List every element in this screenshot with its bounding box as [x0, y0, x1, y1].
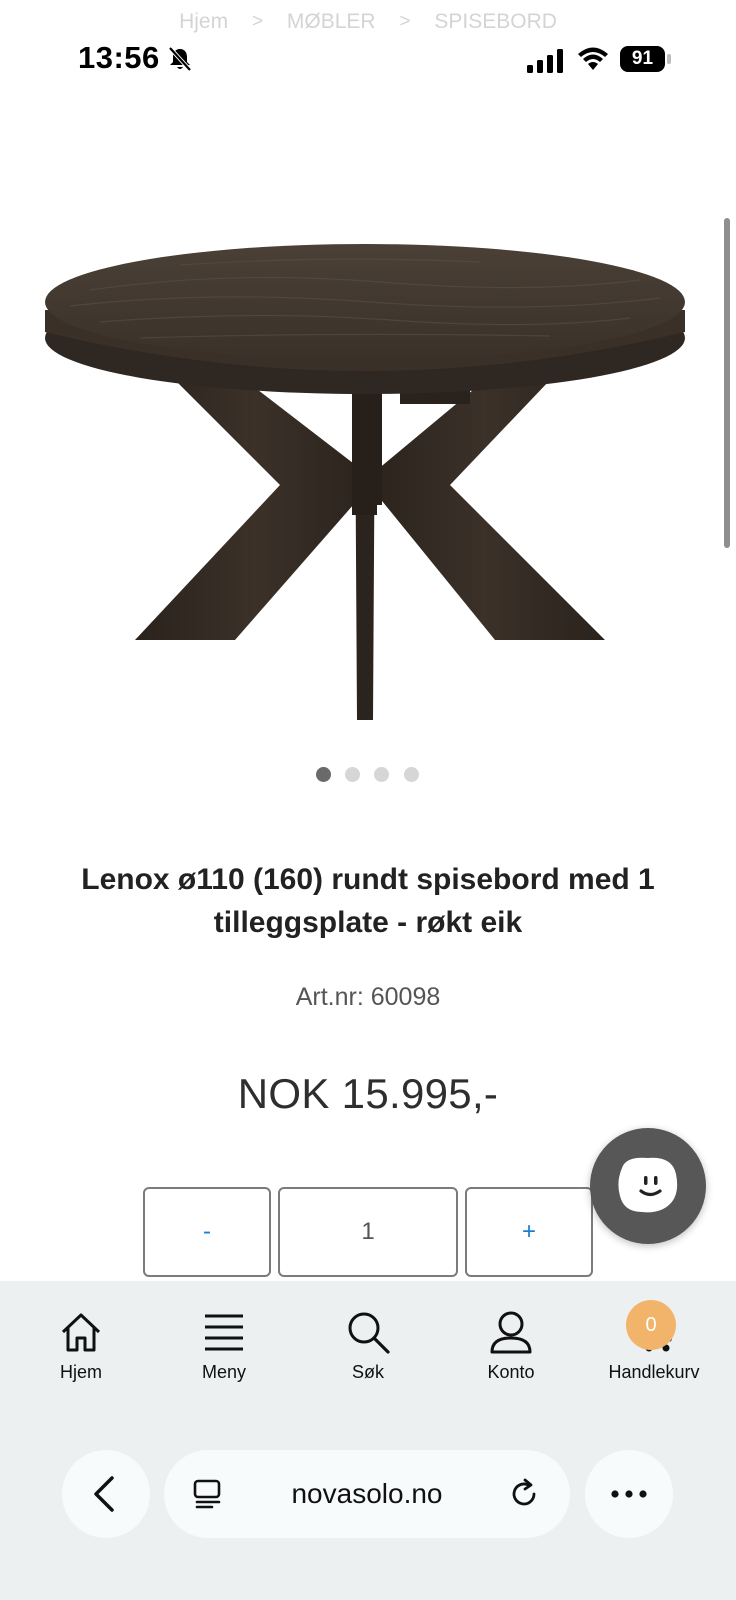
article-number-value: 60098	[370, 983, 441, 1011]
nav-home-label: Hjem	[59, 1362, 102, 1382]
signal-icon	[527, 49, 563, 73]
nav-menu[interactable]: Meny	[154, 1310, 294, 1383]
gallery-dot[interactable]	[345, 767, 360, 782]
article-number-label: Art.nr:	[295, 983, 371, 1011]
gallery-dot[interactable]	[404, 767, 419, 782]
status-time: 13:56	[78, 40, 160, 75]
user-icon	[490, 1311, 532, 1354]
home-icon	[61, 1313, 101, 1352]
product-title: Lenox ø110 (160) rundt spisebord med 1 t…	[81, 863, 655, 939]
browser-back-button[interactable]	[62, 1450, 150, 1538]
bell-slash-icon	[168, 46, 192, 72]
menu-icon	[205, 1314, 243, 1351]
product-price: NOK 15.995,-	[237, 1070, 499, 1117]
chat-smiley-icon	[618, 1157, 678, 1213]
nav-account-label: Konto	[487, 1362, 535, 1382]
search-icon	[348, 1312, 390, 1354]
breadcrumb-separator: >	[399, 11, 411, 33]
breadcrumb-spisebord[interactable]: SPISEBORD	[434, 10, 557, 34]
page-scrollbar[interactable]	[724, 218, 730, 548]
breadcrumb-separator: >	[251, 11, 264, 33]
battery-icon: 91	[620, 46, 672, 72]
address-bar[interactable]: novasolo.no	[164, 1450, 570, 1538]
article-number: Art.nr: 60098	[0, 983, 736, 1012]
nav-home[interactable]: Hjem	[11, 1310, 151, 1383]
nav-search[interactable]: Søk	[298, 1310, 438, 1383]
gallery-dot[interactable]	[374, 767, 389, 782]
nav-menu-label: Meny	[201, 1362, 246, 1382]
ellipsis-icon	[611, 1490, 647, 1498]
quantity-input[interactable]: 1	[278, 1187, 458, 1277]
chat-button[interactable]	[590, 1128, 706, 1244]
product-image[interactable]	[30, 210, 700, 730]
wifi-icon	[578, 47, 608, 70]
browser-more-button[interactable]	[585, 1450, 673, 1538]
gallery-dot[interactable]	[316, 767, 331, 782]
quantity-decrease-button[interactable]: -	[143, 1187, 271, 1277]
nav-search-label: Søk	[351, 1362, 384, 1382]
battery-level: 91	[620, 46, 665, 72]
breadcrumb-home[interactable]: Hjem	[179, 10, 228, 34]
breadcrumb-mobler[interactable]: MØBLER	[287, 10, 376, 34]
breadcrumb: Hjem > MØBLER > SPISEBORD	[0, 10, 736, 34]
reload-icon[interactable]	[508, 1478, 540, 1510]
quantity-increase-button[interactable]: +	[465, 1187, 593, 1277]
cart-count-badge: 0	[626, 1300, 676, 1350]
nav-account[interactable]: Konto	[441, 1310, 581, 1383]
nav-cart-label: Handlekurv	[608, 1362, 700, 1382]
chevron-left-icon	[94, 1476, 114, 1512]
